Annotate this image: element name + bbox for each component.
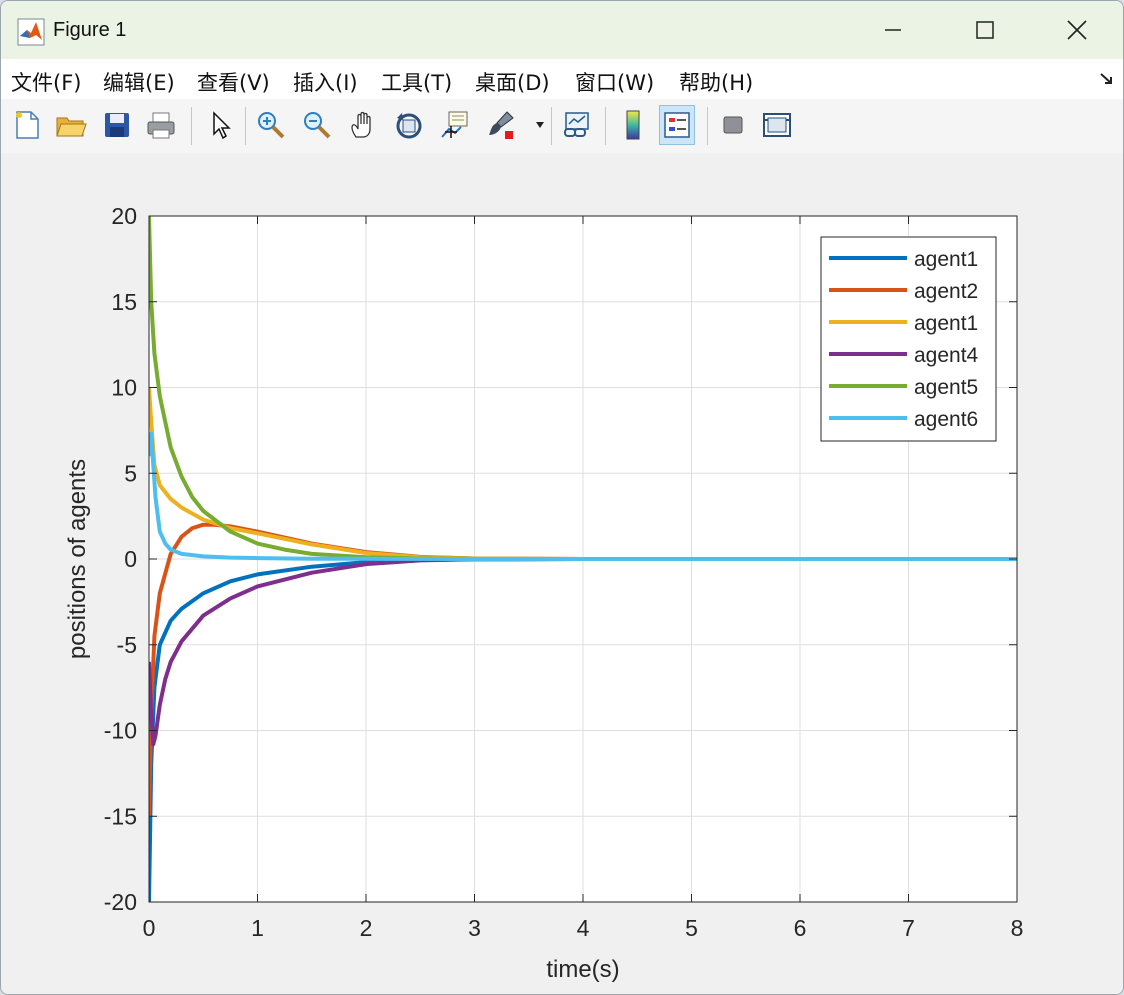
toolbar-separator [551, 107, 552, 145]
zoom-out-button[interactable] [299, 105, 335, 145]
pan-hand-icon [351, 111, 371, 138]
rotate-3d-button[interactable] [391, 105, 427, 145]
toolbar-separator [245, 107, 246, 145]
hide-plot-tools-button[interactable] [715, 105, 751, 145]
menu-edit[interactable]: 编辑(E) [103, 67, 175, 97]
menu-insert[interactable]: 插入(I) [293, 67, 358, 97]
menu-bar: 文件(F) 编辑(E) 查看(V) 插入(I) 工具(T) 桌面(D) 窗口(W… [1, 59, 1123, 99]
x-tick-label: 8 [1011, 915, 1024, 941]
x-tick-label: 7 [902, 915, 915, 941]
y-tick-label: -5 [117, 632, 137, 658]
close-button[interactable] [1031, 1, 1123, 59]
x-tick-label: 3 [468, 915, 481, 941]
data-cursor-button[interactable] [437, 105, 473, 145]
show-plot-tools-button[interactable] [759, 105, 795, 145]
toolbar-separator [605, 107, 606, 145]
zoom-in-icon [258, 112, 285, 139]
legend-label: agent2 [914, 280, 978, 303]
dropdown-arrow-icon[interactable] [535, 121, 545, 129]
new-figure-button[interactable] [9, 105, 45, 145]
close-icon [1067, 20, 1087, 40]
y-tick-label: 5 [124, 460, 137, 486]
link-plot-button[interactable] [559, 105, 595, 145]
y-tick-label: -15 [104, 803, 137, 829]
line-plot: 0 1 2 3 4 5 6 7 8 -20 -15 -10 -5 0 5 10 15 20 time(s) pos… [64, 203, 1024, 983]
x-tick-label: 1 [251, 915, 264, 941]
pan-button[interactable] [345, 105, 381, 145]
data-cursor-icon [441, 111, 468, 138]
x-tick-label: 6 [794, 915, 807, 941]
menu-help[interactable]: 帮助(H) [679, 67, 753, 97]
x-tick-label: 0 [143, 915, 156, 941]
open-file-button[interactable] [53, 105, 89, 145]
y-tick-label: 15 [111, 289, 137, 315]
figure-window: Figure 1 文件(F) 编辑(E) 查看(V) 插入(I) 工具(T) 桌… [0, 0, 1124, 995]
zoom-out-icon [304, 112, 331, 139]
x-axis-label: time(s) [546, 956, 619, 983]
colorbar-button[interactable] [615, 105, 651, 145]
y-tick-label: 10 [111, 375, 137, 401]
maximize-icon [976, 21, 994, 39]
link-plot-icon [564, 112, 589, 137]
window-title: Figure 1 [53, 19, 127, 41]
toolbar-separator [191, 107, 192, 145]
print-icon [147, 112, 175, 139]
brush-icon [489, 111, 514, 139]
y-tick-label: -20 [104, 889, 137, 915]
new-figure-icon [16, 111, 39, 139]
legend-icon [664, 112, 690, 138]
legend-label: agent1 [914, 312, 978, 335]
pointer-button[interactable] [201, 105, 237, 145]
title-bar: Figure 1 [1, 1, 1123, 59]
colorbar-icon [626, 110, 640, 140]
figure-toolbar [1, 99, 1123, 154]
x-tick-label: 5 [685, 915, 698, 941]
toolbar-separator [707, 107, 708, 145]
save-icon [105, 113, 129, 137]
hide-plot-tools-icon [723, 116, 743, 134]
menu-desktop[interactable]: 桌面(D) [475, 67, 550, 97]
y-tick-label: 0 [124, 546, 137, 572]
y-axis-label: positions of agents [64, 459, 91, 659]
x-tick-label: 4 [577, 915, 590, 941]
minimize-button[interactable] [847, 1, 939, 59]
show-plot-tools-icon [763, 113, 791, 137]
menu-view[interactable]: 查看(V) [197, 67, 270, 97]
y-tick-label: -10 [104, 718, 137, 744]
minimize-icon [885, 29, 901, 31]
legend-label: agent4 [914, 344, 979, 367]
rotate-3d-icon [396, 113, 422, 139]
dock-arrow-icon[interactable] [1099, 71, 1115, 87]
menu-tools[interactable]: 工具(T) [381, 67, 452, 97]
brush-button[interactable] [483, 105, 519, 145]
legend-label: agent6 [914, 408, 978, 431]
legend[interactable]: agent1 agent2 agent1 agent4 agent5 agent6 [820, 236, 997, 442]
legend-button[interactable] [659, 105, 695, 145]
print-button[interactable] [143, 105, 179, 145]
matlab-logo-icon [17, 18, 45, 46]
zoom-in-button[interactable] [253, 105, 289, 145]
legend-label: agent1 [914, 248, 978, 271]
legend-label: agent5 [914, 376, 978, 399]
maximize-button[interactable] [939, 1, 1031, 59]
menu-file[interactable]: 文件(F) [11, 67, 81, 97]
pointer-icon [213, 111, 231, 140]
open-file-icon [56, 117, 87, 137]
save-button[interactable] [99, 105, 135, 145]
figure-canvas: 0 1 2 3 4 5 6 7 8 -20 -15 -10 -5 0 5 10 15 20 time(s) pos… [1, 153, 1123, 994]
menu-window[interactable]: 窗口(W) [575, 67, 654, 97]
x-tick-label: 2 [360, 915, 373, 941]
y-tick-label: 20 [111, 203, 137, 229]
